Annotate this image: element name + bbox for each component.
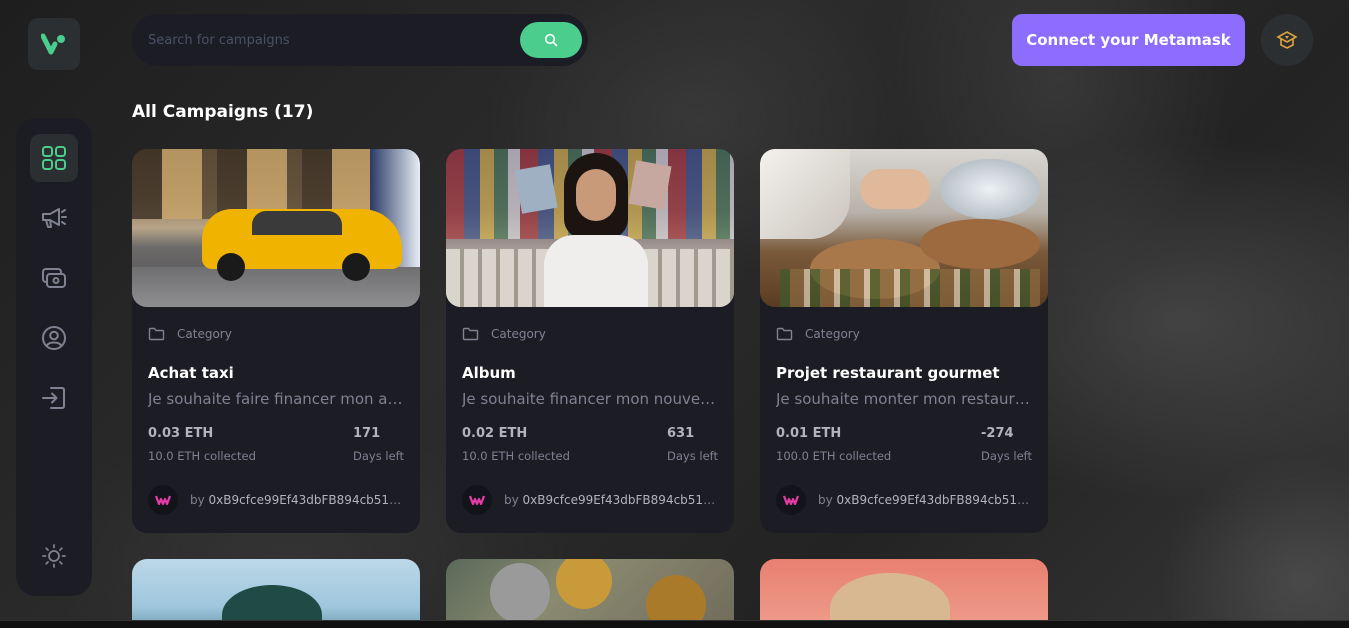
thirdweb-logo-icon — [783, 495, 799, 505]
search-icon — [544, 33, 558, 47]
connect-metamask-button[interactable]: Connect your Metamask — [1012, 14, 1245, 66]
campaign-image — [132, 559, 420, 628]
campaign-category: Category — [177, 327, 232, 341]
campaign-collected: 100.0 ETH collected — [776, 449, 892, 463]
search-input[interactable] — [148, 32, 520, 48]
campaign-description: Je souhaite monter mon restaurant gourme… — [776, 390, 1032, 408]
sidebar-item-payment[interactable] — [30, 254, 78, 302]
sun-icon — [42, 544, 66, 568]
campaign-card-partial[interactable] — [446, 559, 734, 628]
campaign-collected: 10.0 ETH collected — [462, 449, 570, 463]
dashboard-grid-icon — [42, 146, 66, 170]
campaign-amount: 0.01 ETH — [776, 426, 842, 441]
owner-avatar — [776, 485, 806, 515]
profile-avatar[interactable] — [1261, 14, 1313, 66]
sidebar-item-logout[interactable] — [30, 374, 78, 422]
logout-icon — [42, 387, 65, 409]
owner-avatar — [148, 485, 178, 515]
user-circle-icon — [42, 326, 66, 350]
search-button[interactable] — [520, 22, 582, 58]
campaign-owner: by 0xB9cfce99Ef43dbFB894cb5182a7f3E41 — [190, 493, 404, 507]
campaign-image — [760, 559, 1048, 628]
campaign-title: Album — [462, 364, 516, 382]
sidebar-item-profile[interactable] — [30, 314, 78, 362]
campaign-days: 171 — [353, 426, 381, 441]
folder-icon — [148, 327, 165, 341]
megaphone-icon — [42, 208, 67, 228]
campaign-category: Category — [491, 327, 546, 341]
campaign-owner: by 0xB9cfce99Ef43dbFB894cb5182a7f3E41 — [504, 493, 718, 507]
campaign-days: -274 — [981, 426, 1014, 441]
thirdweb-logo-icon — [469, 495, 485, 505]
campaign-image — [132, 149, 420, 307]
campaign-owner: by 0xB9cfce99Ef43dbFB894cb5182a7f3E41 — [818, 493, 1032, 507]
campaign-description: Je souhaite financer mon nouvel album — [462, 390, 718, 408]
campaign-card-partial[interactable] — [132, 559, 420, 628]
search-bar — [132, 14, 588, 66]
campaign-days: 631 — [667, 426, 695, 441]
app-logo[interactable] — [28, 18, 80, 70]
campaign-image — [446, 149, 734, 307]
campaign-days-label: Days left — [353, 449, 404, 463]
campaign-description: Je souhaite faire financer mon achat de … — [148, 390, 404, 408]
campaign-category: Category — [805, 327, 860, 341]
sidebar — [16, 118, 92, 596]
campaign-card[interactable]: Category Projet restaurant gourmet Je so… — [760, 149, 1048, 533]
campaign-card[interactable]: Category Album Je souhaite financer mon … — [446, 149, 734, 533]
campaign-days-label: Days left — [667, 449, 718, 463]
page-title: All Campaigns (17) — [132, 102, 314, 122]
logo-icon — [41, 33, 65, 55]
campaign-title: Projet restaurant gourmet — [776, 364, 1000, 382]
payment-icon — [42, 268, 66, 288]
thirdweb-icon — [1276, 31, 1298, 49]
sidebar-item-dashboard[interactable] — [30, 134, 78, 182]
campaign-image — [446, 559, 734, 628]
campaign-image — [760, 149, 1048, 307]
thirdweb-logo-icon — [155, 495, 171, 505]
window-bottom-bar — [0, 620, 1349, 628]
campaign-collected: 10.0 ETH collected — [148, 449, 256, 463]
campaign-amount: 0.02 ETH — [462, 426, 528, 441]
campaign-title: Achat taxi — [148, 364, 234, 382]
campaign-days-label: Days left — [981, 449, 1032, 463]
theme-toggle[interactable] — [30, 532, 78, 580]
campaign-card[interactable]: Category Achat taxi Je souhaite faire fi… — [132, 149, 420, 533]
sidebar-item-campaign[interactable] — [30, 194, 78, 242]
campaign-card-partial[interactable] — [760, 559, 1048, 628]
folder-icon — [462, 327, 479, 341]
owner-avatar — [462, 485, 492, 515]
folder-icon — [776, 327, 793, 341]
campaign-amount: 0.03 ETH — [148, 426, 214, 441]
